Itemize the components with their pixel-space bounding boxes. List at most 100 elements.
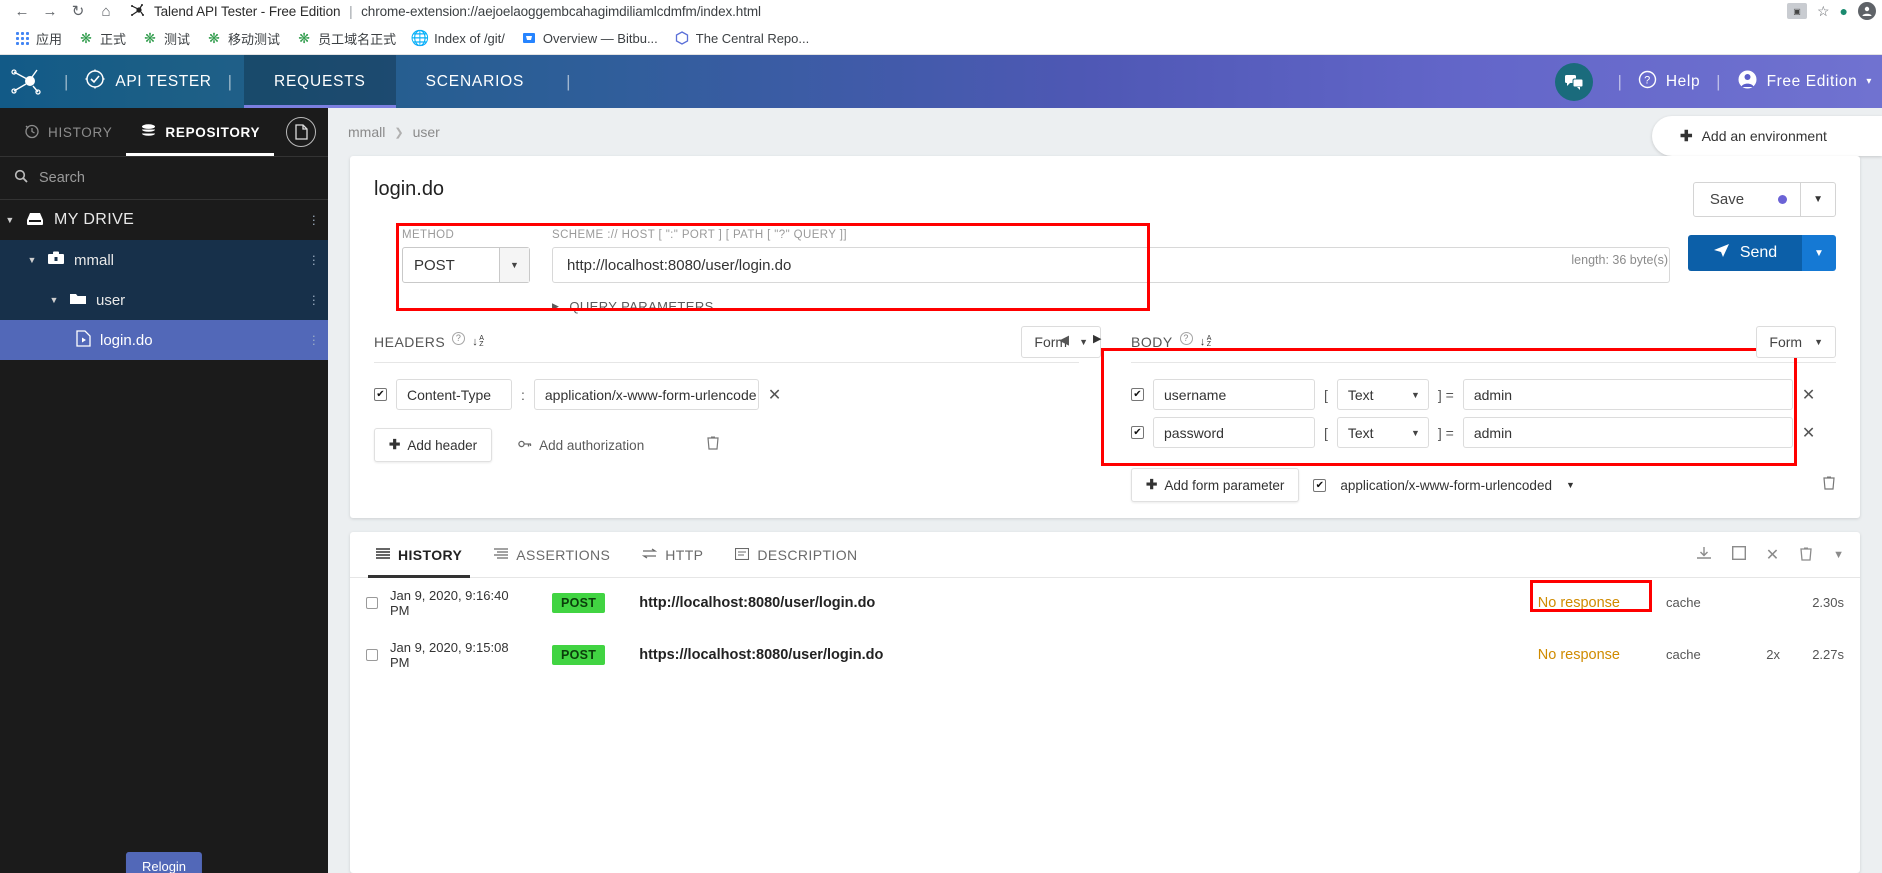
tree-item-menu-icon[interactable]: · · · xyxy=(312,289,316,310)
bookmark-apps[interactable]: 应用 xyxy=(6,26,70,51)
chat-icon[interactable] xyxy=(1555,62,1594,101)
send-button[interactable]: Send xyxy=(1688,235,1802,271)
assert-icon xyxy=(494,547,509,563)
body-mode-select[interactable]: Form ▼ xyxy=(1756,326,1836,358)
tab-scenarios[interactable]: SCENARIOS xyxy=(396,55,555,108)
profile-avatar[interactable] xyxy=(1858,2,1876,20)
delete-body-icon[interactable] xyxy=(1822,475,1836,495)
param-name-input[interactable]: password xyxy=(1153,417,1315,448)
history-row-checkbox[interactable] xyxy=(366,596,378,609)
bookmark-star-icon[interactable]: ☆ xyxy=(1817,3,1830,20)
remove-header-icon[interactable]: ✕ xyxy=(768,385,781,405)
trash-icon[interactable] xyxy=(1799,546,1813,564)
header-value-input[interactable]: application/x-www-form-urlencode xyxy=(533,379,759,410)
tab-http[interactable]: HTTP xyxy=(626,532,719,578)
help-icon[interactable]: ? xyxy=(1179,331,1193,345)
param-enabled-checkbox[interactable]: ✔ xyxy=(1131,388,1144,401)
add-authorization-button[interactable]: Add authorization xyxy=(518,438,644,453)
chevron-down-icon[interactable]: ▼ xyxy=(1833,549,1844,561)
close-icon[interactable]: ✕ xyxy=(1766,545,1779,565)
sort-az-icon[interactable]: ↓ A Z xyxy=(1200,335,1212,348)
extension-icon[interactable]: ▣ xyxy=(1786,3,1807,19)
param-type-select[interactable]: Text ▼ xyxy=(1336,379,1429,410)
api-tester-brand[interactable]: API TESTER xyxy=(80,55,215,108)
caret-down-icon[interactable]: ▼ xyxy=(26,255,38,265)
content-type-checkbox[interactable]: ✔ xyxy=(1313,478,1327,492)
tree-item-user[interactable]: ▼ user · · · xyxy=(0,280,328,320)
tree-item-menu-icon[interactable]: · · · xyxy=(312,329,316,350)
tree-item-login-do[interactable]: login.do · · · xyxy=(0,320,328,360)
param-type-select[interactable]: Text ▼ xyxy=(1336,417,1429,448)
history-row-checkbox[interactable] xyxy=(366,648,378,661)
history-row[interactable]: Jan 9, 2020, 9:16:40 PM POST http://loca… xyxy=(350,580,1860,619)
history-cache: cache xyxy=(1666,647,1701,662)
sort-az-icon[interactable]: ↓ A Z xyxy=(472,335,484,348)
help-button[interactable]: ? Help xyxy=(1634,55,1704,108)
bookmark-bitbucket[interactable]: Overview — Bitbu... xyxy=(513,27,666,49)
method-select[interactable]: POST ▼ xyxy=(402,247,530,283)
bookmark-central-repo[interactable]: The Central Repo... xyxy=(666,27,817,49)
add-header-button[interactable]: ✚ Add header xyxy=(374,428,493,462)
bookmark-employee-domain[interactable]: ❋ 员工域名正式 xyxy=(288,26,404,51)
tab-history[interactable]: HISTORY xyxy=(360,532,478,578)
tab-assertions[interactable]: ASSERTIONS xyxy=(478,532,626,578)
remove-param-icon[interactable]: ✕ xyxy=(1802,385,1815,405)
param-enabled-checkbox[interactable]: ✔ xyxy=(1131,426,1144,439)
collapse-left-icon[interactable]: ◀ xyxy=(1059,332,1069,348)
help-icon[interactable]: ? xyxy=(452,331,466,345)
add-environment-button[interactable]: ✚ Add an environment xyxy=(1652,116,1882,156)
project-icon xyxy=(47,250,65,270)
bookmark-ceshi[interactable]: ❋ 测试 xyxy=(134,26,198,51)
account-menu[interactable]: Free Edition ▾ xyxy=(1733,55,1876,108)
breadcrumb-item-mmall[interactable]: mmall xyxy=(348,124,385,140)
tree-item-my-drive[interactable]: ▼ MY DRIVE · · · xyxy=(0,200,328,240)
forward-button[interactable]: → xyxy=(36,1,64,21)
tree-item-menu-icon[interactable]: · · · xyxy=(312,209,316,230)
chevron-down-icon[interactable]: ▼ xyxy=(1566,480,1575,490)
add-header-label: Add header xyxy=(407,437,478,453)
back-button[interactable]: ← xyxy=(8,1,36,21)
history-row[interactable]: Jan 9, 2020, 9:15:08 PM POST https://loc… xyxy=(350,638,1860,671)
download-icon[interactable] xyxy=(1696,546,1712,563)
relogin-button[interactable]: Relogin xyxy=(125,852,203,873)
headers-divider xyxy=(374,362,1079,363)
tab-requests[interactable]: REQUESTS xyxy=(244,55,396,108)
chevron-down-icon[interactable]: ▼ xyxy=(499,248,529,282)
sidebar-tab-repository[interactable]: REPOSITORY xyxy=(126,108,274,156)
remove-param-icon[interactable]: ✕ xyxy=(1802,423,1815,443)
breadcrumb-item-user[interactable]: user xyxy=(413,124,440,140)
window-icon[interactable] xyxy=(1731,545,1746,563)
caret-down-icon[interactable]: ▼ xyxy=(48,295,60,305)
add-form-parameter-button[interactable]: ✚ Add form parameter xyxy=(1131,468,1300,502)
header-name-input[interactable]: Content-Type xyxy=(396,379,512,410)
tree-item-menu-icon[interactable]: · · · xyxy=(312,249,316,270)
header-enabled-checkbox[interactable]: ✔ xyxy=(374,388,387,401)
send-dropdown-button[interactable]: ▼ xyxy=(1802,235,1836,271)
bookmark-mobile-test[interactable]: ❋ 移动测试 xyxy=(198,26,288,51)
database-icon xyxy=(140,123,157,142)
talend-logo-icon[interactable] xyxy=(0,67,52,97)
body-title: BODY xyxy=(1131,334,1173,350)
tab-description[interactable]: DESCRIPTION xyxy=(719,532,873,578)
caret-down-icon[interactable]: ▼ xyxy=(4,215,16,225)
tree-item-mmall[interactable]: ▼ mmall · · · xyxy=(0,240,328,280)
extension2-icon[interactable]: ● xyxy=(1840,3,1848,19)
note-icon xyxy=(735,547,750,563)
bookmark-zhengshi[interactable]: ❋ 正式 xyxy=(70,26,134,51)
sidebar-tab-history[interactable]: HISTORY xyxy=(10,108,126,156)
sidebar-search[interactable]: Search xyxy=(0,156,328,200)
new-document-button[interactable] xyxy=(286,117,317,147)
query-parameters-toggle[interactable]: ▶ QUERY PARAMETERS xyxy=(374,299,1836,314)
url-input[interactable]: http://localhost:8080/user/login.do xyxy=(552,247,1670,283)
content-type-value[interactable]: application/x-www-form-urlencoded xyxy=(1340,478,1552,493)
param-value-input[interactable]: admin xyxy=(1462,417,1793,448)
delete-headers-icon[interactable] xyxy=(706,435,720,455)
reload-button[interactable]: ↻ xyxy=(64,1,92,21)
search-input[interactable]: Search xyxy=(39,170,85,186)
home-button[interactable]: ⌂ xyxy=(92,1,120,21)
address-bar[interactable]: Talend API Tester - Free Edition | chrom… xyxy=(154,4,761,19)
bookmark-index-of-git[interactable]: 🌐 Index of /git/ xyxy=(404,27,513,49)
body-mode-value: Form xyxy=(1769,334,1803,350)
param-name-input[interactable]: username xyxy=(1153,379,1315,410)
param-value-input[interactable]: admin xyxy=(1462,379,1793,410)
